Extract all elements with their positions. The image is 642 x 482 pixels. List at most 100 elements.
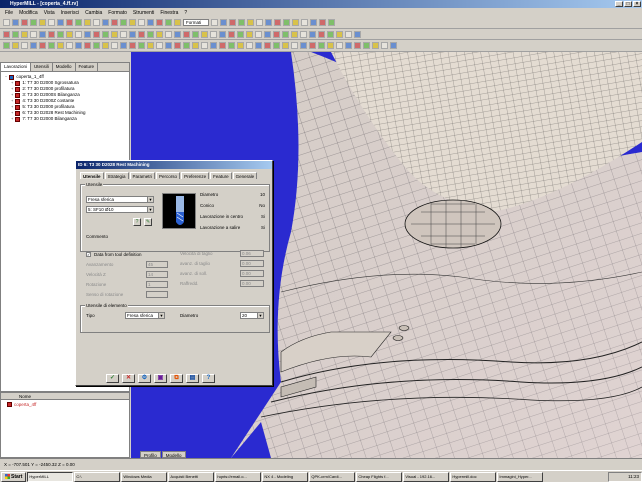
taskbar-task[interactable]: Visual - 192.16... xyxy=(403,471,450,482)
toolbar-button[interactable] xyxy=(174,42,181,49)
diameter-field[interactable]: 20 ▼ xyxy=(240,312,264,319)
toolbar-button[interactable] xyxy=(102,42,109,49)
toolbar-button[interactable] xyxy=(211,19,218,26)
toolbar-button[interactable] xyxy=(138,30,145,38)
tab-lavorazioni[interactable]: Lavorazioni xyxy=(1,63,32,71)
toolbar-button[interactable] xyxy=(283,19,290,26)
toolbar-button[interactable] xyxy=(238,19,245,26)
toolbar-button[interactable] xyxy=(220,19,227,26)
toolbar-button[interactable] xyxy=(183,42,190,49)
toolbar-button[interactable] xyxy=(102,30,109,38)
format-dropdown[interactable]: Formati xyxy=(183,19,209,26)
toolbar-button[interactable] xyxy=(165,30,172,38)
toolbar-button[interactable] xyxy=(174,19,181,26)
toolbar-button[interactable] xyxy=(336,42,343,49)
toolbar-button[interactable] xyxy=(129,42,136,49)
param-field[interactable]: 0.00 xyxy=(240,270,264,277)
toolbar-button[interactable] xyxy=(255,30,262,38)
toolbar-button[interactable] xyxy=(156,30,163,38)
copy-button[interactable]: ⧉ xyxy=(170,374,183,383)
toolbar-button[interactable] xyxy=(201,30,208,38)
taskbar-task[interactable]: Cheap Flights f... xyxy=(356,471,403,482)
toolbar-button[interactable] xyxy=(84,19,91,26)
toolbar-button[interactable] xyxy=(228,42,235,49)
toolbar-button[interactable] xyxy=(255,42,262,49)
toolbar-button[interactable] xyxy=(93,30,100,38)
toolbar-button[interactable] xyxy=(228,30,235,38)
toolbar-button[interactable] xyxy=(75,42,82,49)
toolbar-button[interactable] xyxy=(264,42,271,49)
toolbar-button[interactable] xyxy=(39,19,46,26)
toolbar-button[interactable] xyxy=(345,30,352,38)
toolbar-button[interactable] xyxy=(165,42,172,49)
menu-item-3[interactable]: Inserisci xyxy=(58,10,82,16)
toolbar-button[interactable] xyxy=(309,30,316,38)
toolbar-button[interactable] xyxy=(147,42,154,49)
toolbar-button[interactable] xyxy=(30,42,37,49)
toolbar-button[interactable] xyxy=(3,42,10,49)
toolbar-button[interactable] xyxy=(75,30,82,38)
toolbar-button[interactable] xyxy=(318,30,325,38)
toolbar-button[interactable] xyxy=(84,30,91,38)
toolbar-button[interactable] xyxy=(30,30,37,38)
toolbar-button[interactable] xyxy=(57,42,64,49)
param-field[interactable]: 0.00 xyxy=(240,260,264,267)
toolbar-button[interactable] xyxy=(111,42,118,49)
toolbar-button[interactable] xyxy=(237,30,244,38)
tab-generale[interactable]: Generale xyxy=(232,172,258,179)
toolbar-button[interactable] xyxy=(300,42,307,49)
toolbar-button[interactable] xyxy=(57,30,64,38)
toolbar-button[interactable] xyxy=(66,30,73,38)
param-field[interactable]: 14 xyxy=(146,271,168,278)
toolbar-button[interactable] xyxy=(354,42,361,49)
toolbar-button[interactable] xyxy=(57,19,64,26)
toolbar-button[interactable] xyxy=(129,19,136,26)
toolbar-button[interactable] xyxy=(192,42,199,49)
toolbar-button[interactable] xyxy=(3,30,10,38)
toolbar-button[interactable] xyxy=(292,19,299,26)
toolbar-button[interactable] xyxy=(183,30,190,38)
toolbar-button[interactable] xyxy=(48,42,55,49)
toolbar-button[interactable] xyxy=(354,30,361,38)
toolbar-button[interactable] xyxy=(111,30,118,38)
toolbar-button[interactable] xyxy=(93,42,100,49)
toolbar-button[interactable] xyxy=(291,30,298,38)
toolbar-button[interactable] xyxy=(129,30,136,38)
toolbar-button[interactable] xyxy=(247,19,254,26)
toolbar-button[interactable] xyxy=(219,42,226,49)
toolbar-button[interactable] xyxy=(246,30,253,38)
toolbar-button[interactable] xyxy=(111,19,118,26)
toolbar-button[interactable] xyxy=(156,42,163,49)
menu-item-7[interactable]: Finestra xyxy=(157,10,181,16)
toolbar-button[interactable] xyxy=(273,42,280,49)
toolbar-button[interactable] xyxy=(282,30,289,38)
toolbar-button[interactable] xyxy=(21,42,28,49)
toolbar-button[interactable] xyxy=(372,42,379,49)
tool-select[interactable]: 5: SF10 Ø10 ▼ xyxy=(86,206,154,213)
toolbar-button[interactable] xyxy=(363,42,370,49)
toolbar-button[interactable] xyxy=(201,42,208,49)
toolbar-button[interactable] xyxy=(336,30,343,38)
toolbar-button[interactable] xyxy=(274,19,281,26)
tree-item[interactable]: +7: T7 30 D2000 Bilanganza xyxy=(5,116,129,122)
toolbar-button[interactable] xyxy=(48,30,55,38)
toolbar-button[interactable] xyxy=(174,30,181,38)
taskbar-task[interactable]: NX 4 - Modeling xyxy=(262,471,309,482)
toolbar-button[interactable] xyxy=(264,30,271,38)
taskbar-task[interactable]: Hypermill.doc xyxy=(450,471,497,482)
taskbar-task[interactable]: hqnts://email.o... xyxy=(215,471,262,482)
menu-item-5[interactable]: Formato xyxy=(105,10,130,16)
list-item[interactable]: coperta_4ff xyxy=(1,400,129,409)
toolbar-button[interactable] xyxy=(120,42,127,49)
tab-strategia[interactable]: Strategia xyxy=(104,172,129,179)
tab-preferenze[interactable]: Preferenze xyxy=(181,172,210,179)
toolbar-button[interactable] xyxy=(21,30,28,38)
toolbar-button[interactable] xyxy=(237,42,244,49)
param-field[interactable]: 45 xyxy=(146,261,168,268)
toolbar-button[interactable] xyxy=(39,42,46,49)
toolbar-button[interactable] xyxy=(210,42,217,49)
toolbar-button[interactable] xyxy=(147,30,154,38)
toolbar-button[interactable] xyxy=(282,42,289,49)
toolbar-button[interactable] xyxy=(93,19,100,26)
toolbar-button[interactable] xyxy=(138,42,145,49)
